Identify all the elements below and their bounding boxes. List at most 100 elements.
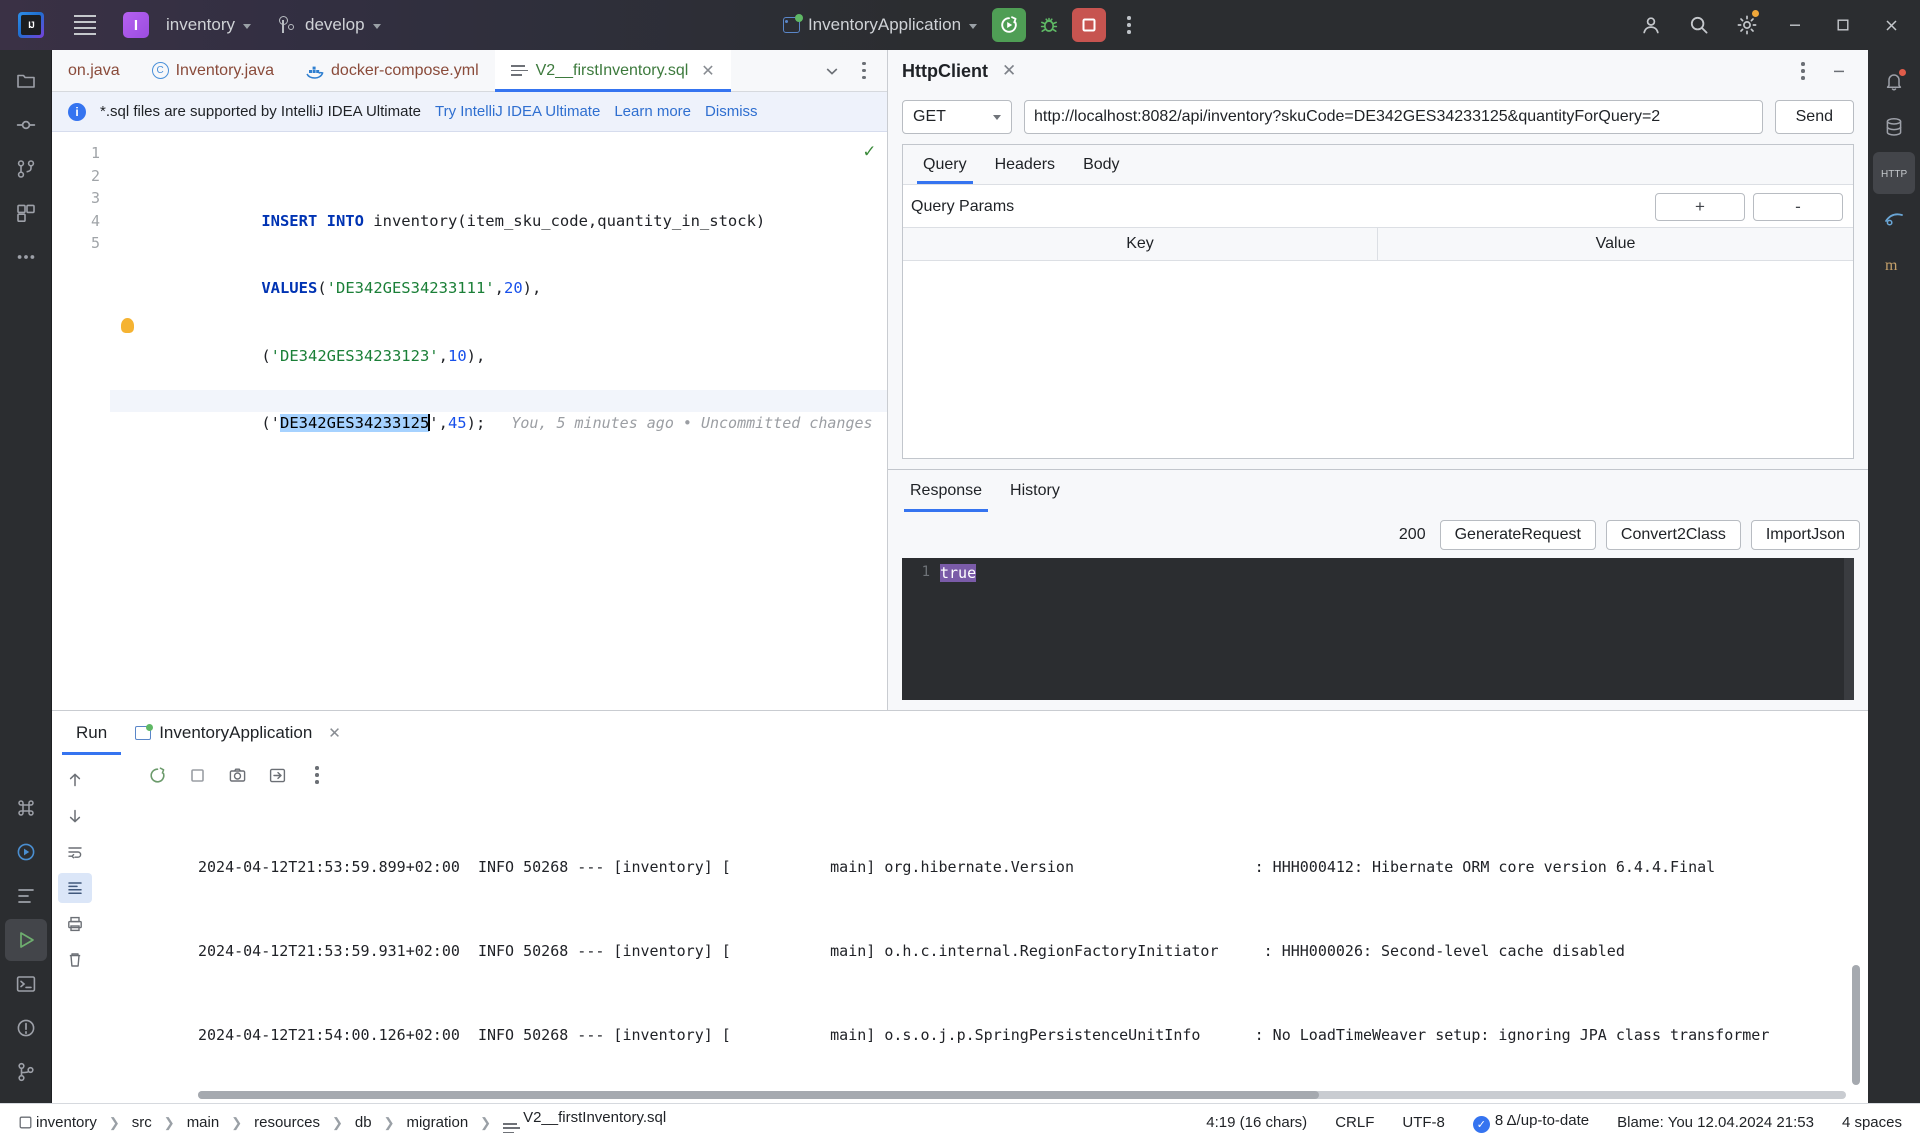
inspections-widget[interactable]: ✓ 8 Δ/up-to-date bbox=[1469, 1110, 1593, 1135]
tab-response[interactable]: Response bbox=[896, 470, 996, 512]
editor-tab-inventory-java[interactable]: C Inventory.java bbox=[136, 50, 290, 91]
sidebar-item-commit[interactable] bbox=[5, 104, 47, 146]
run-button[interactable] bbox=[992, 8, 1027, 42]
export-button[interactable] bbox=[262, 760, 292, 790]
project-selector[interactable]: I inventory bbox=[116, 7, 258, 43]
sidebar-item-project[interactable] bbox=[5, 60, 47, 102]
editor-tab-docker-compose-yml[interactable]: docker-compose.yml bbox=[290, 50, 495, 91]
search-everywhere-button[interactable] bbox=[1676, 0, 1722, 50]
try-ultimate-link[interactable]: Try IntelliJ IDEA Ultimate bbox=[435, 103, 600, 120]
sidebar-item-terminal[interactable] bbox=[5, 963, 47, 1005]
breadcrumb-item-file[interactable]: V2__firstInventory.sql bbox=[498, 1107, 671, 1138]
generate-request-button[interactable]: GenerateRequest bbox=[1439, 520, 1596, 550]
tab-inventoryapplication[interactable]: InventoryApplication ✕ bbox=[121, 711, 355, 755]
line-separator[interactable]: CRLF bbox=[1331, 1112, 1378, 1133]
sidebar-item-run-coverage[interactable] bbox=[5, 831, 47, 873]
sidebar-item-keymap[interactable] bbox=[5, 787, 47, 829]
code-editor[interactable]: 1 2 3 4 5 INSERT INTO inventory(item_sku… bbox=[52, 132, 887, 710]
tab-history[interactable]: History bbox=[996, 470, 1074, 512]
http-send-button[interactable]: Send bbox=[1774, 100, 1854, 134]
tab-run[interactable]: Run bbox=[62, 711, 122, 755]
sidebar-item-git[interactable] bbox=[5, 1051, 47, 1093]
sidebar-item-structure[interactable] bbox=[5, 875, 47, 917]
tab-label: Run bbox=[76, 723, 108, 742]
settings-button[interactable] bbox=[1724, 0, 1770, 50]
convert2class-button[interactable]: Convert2Class bbox=[1605, 520, 1741, 550]
close-icon[interactable]: ✕ bbox=[1002, 61, 1016, 81]
sidebar-item-notifications[interactable] bbox=[1873, 60, 1915, 102]
console-horizontal-scrollbar[interactable] bbox=[198, 1091, 1846, 1099]
debug-button[interactable] bbox=[1032, 8, 1066, 42]
run-with-coverage-icon bbox=[1001, 16, 1017, 33]
console-vertical-scrollbar[interactable] bbox=[1852, 965, 1860, 1085]
editor-tab-v2-firstinventory-sql[interactable]: V2__firstInventory.sql ✕ bbox=[494, 50, 731, 92]
console-more-options-button[interactable] bbox=[302, 760, 332, 790]
close-icon[interactable]: ✕ bbox=[701, 61, 714, 81]
rerun-button[interactable] bbox=[142, 760, 172, 790]
stop-process-button[interactable] bbox=[182, 760, 212, 790]
scroll-to-end-button[interactable] bbox=[58, 873, 92, 903]
chevron-down-icon bbox=[969, 23, 978, 29]
blame-widget[interactable]: Blame: You 12.04.2024 21:53 bbox=[1613, 1112, 1818, 1133]
intention-bulb-icon[interactable] bbox=[121, 318, 134, 333]
scroll-down-button[interactable] bbox=[58, 801, 92, 831]
http-method-select[interactable]: GET bbox=[902, 100, 1012, 134]
query-params-table-body[interactable] bbox=[903, 261, 1853, 458]
account-button[interactable] bbox=[1628, 0, 1674, 50]
indent-widget[interactable]: 4 spaces bbox=[1838, 1112, 1906, 1133]
screenshot-button[interactable] bbox=[222, 760, 252, 790]
add-param-button[interactable]: + bbox=[1655, 193, 1745, 221]
maximize-button[interactable] bbox=[1820, 0, 1866, 50]
breadcrumb-item-module[interactable]: inventory bbox=[14, 1112, 102, 1133]
sidebar-item-services[interactable] bbox=[5, 192, 47, 234]
http-url-input[interactable]: http://localhost:8082/api/inventory?skuC… bbox=[1024, 100, 1763, 134]
importjson-button[interactable]: ImportJson bbox=[1750, 520, 1860, 550]
branch-selector[interactable]: develop bbox=[272, 10, 388, 40]
scroll-up-button[interactable] bbox=[58, 765, 92, 795]
sidebar-item-pull-requests[interactable] bbox=[5, 148, 47, 190]
response-scrollbar[interactable] bbox=[1844, 558, 1854, 700]
file-encoding[interactable]: UTF-8 bbox=[1398, 1112, 1449, 1133]
code-text[interactable]: INSERT INTO inventory(item_sku_code,quan… bbox=[110, 132, 887, 710]
sidebar-item-more[interactable] bbox=[5, 236, 47, 278]
soft-wrap-button[interactable] bbox=[58, 837, 92, 867]
tab-body[interactable]: Body bbox=[1069, 145, 1133, 184]
checkmark-ok-icon[interactable]: ✓ bbox=[864, 140, 875, 162]
http-response-body[interactable]: 1 true bbox=[902, 558, 1854, 700]
console-output[interactable]: 2024-04-12T21:53:59.899+02:00 INFO 50268… bbox=[98, 795, 1868, 1103]
tab-list-dropdown-button[interactable] bbox=[817, 56, 847, 86]
close-icon[interactable]: ✕ bbox=[328, 724, 341, 742]
clear-all-button[interactable] bbox=[58, 945, 92, 975]
tab-query[interactable]: Query bbox=[909, 145, 981, 184]
sidebar-item-maven[interactable]: m bbox=[1873, 244, 1915, 286]
sidebar-item-http-client[interactable]: HTTP bbox=[1873, 152, 1915, 194]
caret-position[interactable]: 4:19 (16 chars) bbox=[1202, 1112, 1311, 1133]
breadcrumb-item-src[interactable]: src bbox=[127, 1112, 157, 1133]
breadcrumb-item-resources[interactable]: resources bbox=[249, 1112, 325, 1133]
minimize-icon bbox=[1834, 70, 1844, 73]
stop-button[interactable] bbox=[1072, 8, 1107, 42]
dismiss-link[interactable]: Dismiss bbox=[705, 103, 758, 120]
run-configuration-selector[interactable]: InventoryApplication bbox=[774, 10, 986, 40]
main-menu-icon[interactable] bbox=[68, 8, 102, 42]
breadcrumb-item-db[interactable]: db bbox=[350, 1112, 377, 1133]
learn-more-link[interactable]: Learn more bbox=[614, 103, 691, 120]
minimize-button[interactable] bbox=[1772, 0, 1818, 50]
http-minimize-button[interactable] bbox=[1824, 56, 1854, 86]
editor-tab-label: Inventory.java bbox=[175, 61, 275, 79]
remove-param-button[interactable]: - bbox=[1753, 193, 1843, 221]
sidebar-item-database[interactable] bbox=[1873, 106, 1915, 148]
print-button[interactable] bbox=[58, 909, 92, 939]
git-branch-icon bbox=[278, 16, 295, 34]
breadcrumb-item-migration[interactable]: migration bbox=[401, 1112, 473, 1133]
editor-more-options-button[interactable] bbox=[849, 56, 879, 86]
more-run-actions-button[interactable] bbox=[1112, 8, 1146, 42]
sidebar-item-run-tool-window[interactable] bbox=[4, 919, 47, 961]
editor-tab-on-java[interactable]: on.java bbox=[52, 50, 136, 91]
close-window-button[interactable] bbox=[1868, 0, 1914, 50]
breadcrumb-item-main[interactable]: main bbox=[182, 1112, 225, 1133]
http-more-options-button[interactable] bbox=[1788, 56, 1818, 86]
sidebar-item-problems[interactable] bbox=[5, 1007, 47, 1049]
sidebar-item-gradle[interactable] bbox=[1873, 198, 1915, 240]
tab-headers[interactable]: Headers bbox=[981, 145, 1069, 184]
